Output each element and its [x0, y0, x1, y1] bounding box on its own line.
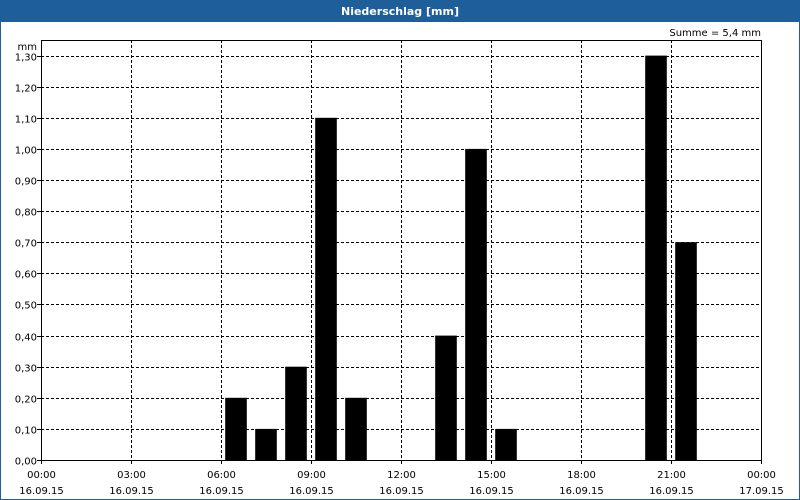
- x-tick-time-label: 09:00: [297, 470, 326, 481]
- x-tick-time-label: 03:00: [117, 470, 146, 481]
- x-tick-date-label: 17.09.15: [739, 486, 784, 497]
- y-tick-label: 1,20: [15, 84, 37, 95]
- precipitation-bar: [225, 397, 247, 460]
- x-tick-date-label: 16.09.15: [379, 486, 424, 497]
- y-axis-label: mm: [18, 42, 37, 53]
- y-tick-label: 0,00: [15, 457, 37, 468]
- precipitation-bar: [255, 428, 277, 460]
- x-tick-time-label: 00:00: [747, 470, 776, 481]
- x-tick-date-label: 16.09.15: [289, 486, 334, 497]
- x-axis: 00:00 16.09.15 03:00 16.09.15 06:00 16.09.15 0…: [19, 460, 784, 497]
- y-tick-label: 0,20: [15, 395, 37, 406]
- x-tick-date-label: 16.09.15: [109, 486, 154, 497]
- y-tick-label: 0,50: [15, 301, 37, 312]
- y-tick-label: 0,40: [15, 333, 37, 344]
- y-tick-label: 1,00: [15, 146, 37, 157]
- precipitation-bar: [495, 428, 517, 460]
- sum-annotation: Summe = 5,4 mm: [669, 28, 761, 39]
- bars: [225, 55, 697, 461]
- precipitation-bar: [315, 117, 337, 461]
- precipitation-bar: [435, 335, 457, 460]
- x-tick-time-label: 06:00: [207, 470, 236, 481]
- x-tick-date-label: 16.09.15: [469, 486, 514, 497]
- x-tick-time-label: 18:00: [567, 470, 596, 481]
- x-tick-time-label: 12:00: [387, 470, 416, 481]
- y-tick-label: 1,10: [15, 115, 37, 126]
- y-tick-label: 0,30: [15, 364, 37, 375]
- precipitation-bar-chart: 0,00 0,10 0,20 0,30 0,40 0,50 0,60 0,70 0,80 0,90…: [15, 28, 784, 497]
- y-axis: 0,00 0,10 0,20 0,30 0,40 0,50 0,60 0,70 0,80 0,90…: [15, 53, 41, 468]
- precipitation-bar: [345, 397, 367, 460]
- y-tick-label: 0,70: [15, 239, 37, 250]
- y-tick-label: 1,30: [15, 53, 37, 64]
- precipitation-bar: [285, 366, 307, 460]
- x-tick-date-label: 16.09.15: [199, 486, 244, 497]
- x-tick-time-label: 21:00: [657, 470, 686, 481]
- precipitation-bar: [675, 242, 697, 460]
- x-tick-date-label: 16.09.15: [649, 486, 694, 497]
- y-tick-label: 0,60: [15, 270, 37, 281]
- y-tick-label: 0,80: [15, 208, 37, 219]
- x-tick-date-label: 16.09.15: [559, 486, 604, 497]
- x-tick-time-label: 15:00: [477, 470, 506, 481]
- y-tick-label: 0,10: [15, 426, 37, 437]
- x-tick-time-label: 00:00: [27, 470, 56, 481]
- x-tick-date-label: 16.09.15: [19, 486, 64, 497]
- y-tick-label: 0,90: [15, 177, 37, 188]
- precipitation-bar: [645, 55, 667, 460]
- precipitation-bar: [465, 148, 487, 460]
